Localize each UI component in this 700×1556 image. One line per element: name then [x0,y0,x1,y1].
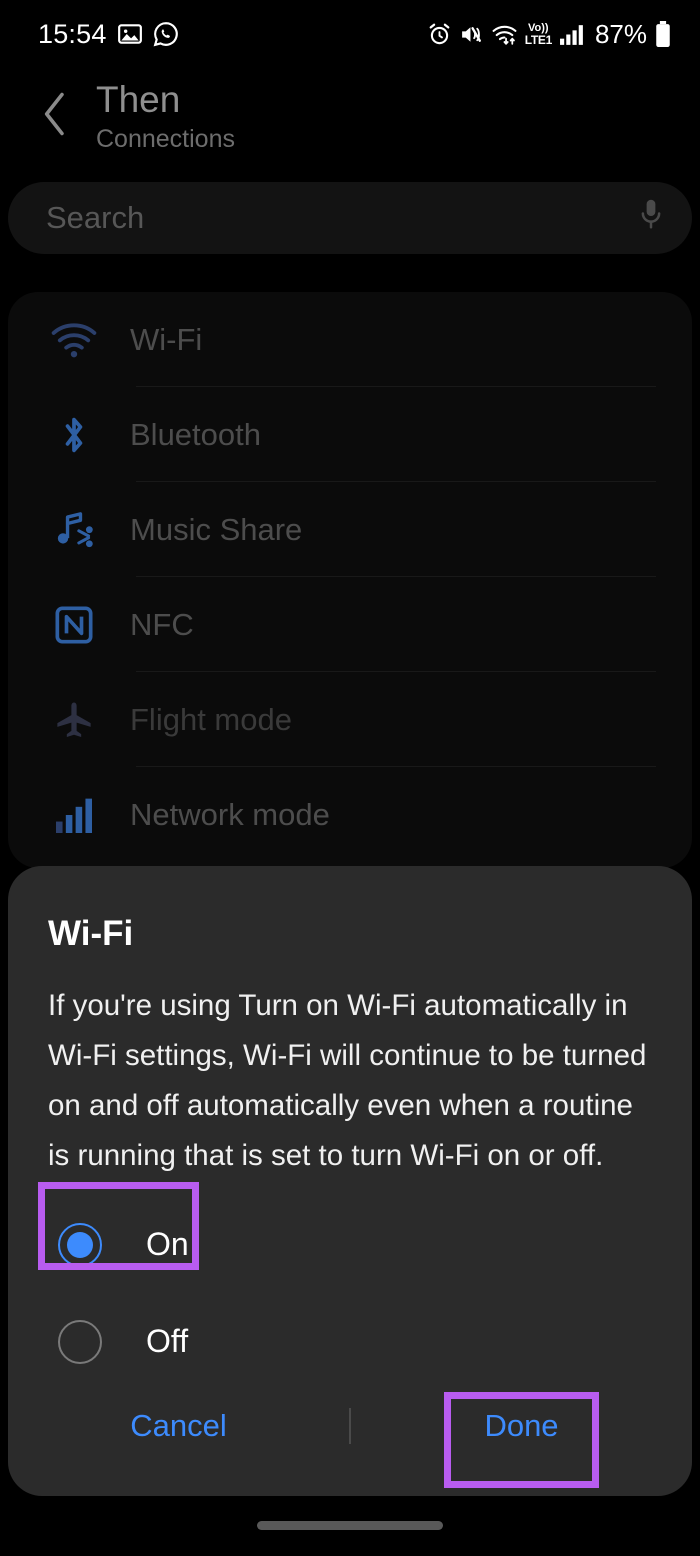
search-bar[interactable]: Search [8,182,692,254]
list-item-nfc[interactable]: NFC [8,577,692,672]
wifi-transfer-icon [491,22,518,47]
list-item-label: Flight mode [130,701,292,737]
header-titles: Then Connections [96,78,235,156]
whatsapp-icon [153,21,179,47]
phone-screen: 15:54 Vo)) LTE1 87% Then Connections Sea… [0,0,700,1556]
status-bar: 15:54 Vo)) LTE1 87% [0,0,700,68]
volte-line1: Vo)) [528,21,549,34]
signal-bars-icon [44,797,104,833]
list-item-label: Wi-Fi [130,321,203,357]
list-item-network-mode[interactable]: Network mode [8,767,692,862]
signal-bars-icon [559,22,586,47]
status-bar-left: 15:54 [38,19,179,50]
volte-icon: Vo)) LTE1 [524,21,553,47]
connections-list-panel: Wi-Fi Bluetooth Music Share NFC Flight m… [8,292,692,868]
radio-label-off: Off [146,1323,189,1359]
status-bar-right: Vo)) LTE1 87% [427,19,672,50]
search-input[interactable]: Search [46,200,144,236]
music-share-icon [44,509,104,551]
bluetooth-icon [44,414,104,456]
list-item-flight-mode[interactable]: Flight mode [8,672,692,767]
radio-option-on[interactable]: On [48,1196,648,1293]
wifi-icon [44,322,104,358]
list-item-music-share[interactable]: Music Share [8,482,692,577]
list-item-label: Network mode [130,796,330,832]
volte-line2: LTE1 [524,32,553,47]
list-item-label: Bluetooth [130,416,261,452]
radio-label-on: On [146,1226,189,1262]
radio-group: On Off [48,1196,648,1390]
gesture-nav-handle[interactable] [257,1521,443,1530]
airplane-icon [44,699,104,741]
mute-vibrate-icon [459,22,484,47]
radio-button-off[interactable] [58,1319,102,1364]
alarm-icon [427,22,452,47]
list-item-label: Music Share [130,511,303,547]
back-button[interactable] [32,90,78,142]
microphone-icon[interactable] [636,197,666,240]
battery-percent: 87% [594,18,647,49]
done-button[interactable]: Done [351,1371,692,1481]
gallery-icon [117,21,143,47]
list-item-bluetooth[interactable]: Bluetooth [8,387,692,482]
list-item-label: NFC [130,606,194,642]
wifi-dialog: Wi-Fi If you're using Turn on Wi-Fi auto… [8,866,692,1496]
nfc-icon [44,605,104,645]
dialog-body-text: If you're using Turn on Wi-Fi automatica… [48,989,647,1172]
status-time: 15:54 [38,18,107,49]
list-item-wifi[interactable]: Wi-Fi [8,292,692,387]
page-title: Then [96,79,181,120]
app-bar: Then Connections [0,68,700,173]
page-subtitle: Connections [96,125,235,153]
chevron-left-icon [38,89,72,144]
battery-icon [654,20,672,48]
radio-button-on[interactable] [58,1222,102,1267]
dialog-button-bar: Cancel Done [8,1371,692,1481]
dialog-title: Wi-Fi [48,914,134,953]
cancel-button[interactable]: Cancel [8,1371,349,1481]
